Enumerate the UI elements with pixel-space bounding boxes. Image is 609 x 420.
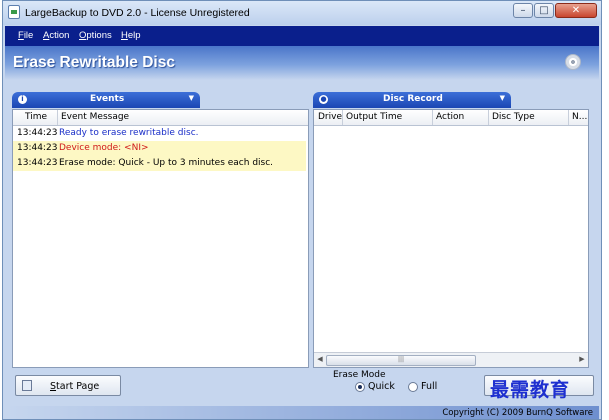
menu-bar: File Action Options Help [5,26,599,46]
events-list-header: Time Event Message [13,110,308,126]
column-header-action[interactable]: Action [436,112,464,122]
menu-action[interactable]: Action [43,30,69,41]
copyright-text: Copyright (C) 2009 BurnQ Software [442,408,593,418]
status-bar: Copyright (C) 2009 BurnQ Software [5,406,599,419]
horizontal-scrollbar[interactable]: ◀ ||| ▶ [314,352,588,367]
column-header-time[interactable]: Time [25,112,47,122]
disc-record-list-header: Drive Output Time Action Disc Type N... [314,110,588,126]
event-message: Ready to erase rewritable disc. [59,128,199,138]
column-header-event-message[interactable]: Event Message [61,112,129,122]
column-header-n[interactable]: N... [572,112,587,122]
chevron-down-icon[interactable]: ▼ [189,94,194,102]
events-list[interactable]: Time Event Message 13:44:23 Ready to era… [12,109,309,368]
scroll-left-icon[interactable]: ◀ [315,355,325,363]
event-message: Erase mode: Quick - Up to 3 minutes each… [59,158,274,168]
scroll-right-icon[interactable]: ▶ [577,355,587,363]
column-divider[interactable] [342,110,343,125]
radio-quick[interactable] [355,382,365,392]
event-time: 13:44:23 [17,128,58,138]
maximize-icon: □ [539,5,549,16]
disc-small-icon: ● [319,95,328,104]
menu-options[interactable]: Options [79,30,112,41]
tab-disc-record[interactable]: ● Disc Record ▼ [313,92,511,108]
page-title: Erase Rewritable Disc [13,54,175,71]
radio-quick-label[interactable]: Quick [368,381,395,392]
chevron-down-icon[interactable]: ▼ [500,94,505,102]
page-arrow-icon [22,380,32,391]
menu-help[interactable]: Help [121,30,141,41]
column-divider[interactable] [568,110,569,125]
table-row[interactable]: 13:44:23 Ready to erase rewritable disc. [13,126,306,141]
table-row[interactable]: 13:44:23 Device mode: <NI> [13,141,306,156]
window-title: LargeBackup to DVD 2.0 - License Unregis… [25,7,250,19]
column-header-disc-type[interactable]: Disc Type [492,112,535,122]
scrollbar-thumb[interactable]: ||| [326,355,476,366]
start-page-label: Start Page [50,381,100,392]
close-icon: ✕ [571,5,581,16]
column-divider[interactable] [432,110,433,125]
column-header-drive[interactable]: Drive [318,112,342,122]
start-page-button[interactable]: Start Page [15,375,121,396]
watermark-logo: 最需教育 [490,379,571,401]
erase-mode-label: Erase Mode [333,370,386,380]
app-window: LargeBackup to DVD 2.0 - License Unregis… [2,0,602,420]
radio-full[interactable] [408,382,418,392]
tab-disc-record-label: Disc Record [383,94,443,104]
disc-icon [565,54,581,70]
radio-full-label[interactable]: Full [421,381,437,392]
info-icon: i [18,95,27,104]
event-time: 13:44:23 [17,143,58,153]
table-row[interactable]: 13:44:23 Erase mode: Quick - Up to 3 min… [13,156,306,171]
tab-events[interactable]: i Events ▼ [12,92,200,108]
event-time: 13:44:23 [17,158,58,168]
column-divider[interactable] [57,110,58,125]
close-button[interactable]: ✕ [555,3,597,18]
minimize-button[interactable]: – [513,3,533,18]
column-header-output-time[interactable]: Output Time [346,112,402,122]
title-bar[interactable]: LargeBackup to DVD 2.0 - License Unregis… [3,1,601,25]
tab-events-label: Events [90,94,125,104]
app-icon [8,5,20,19]
column-divider[interactable] [488,110,489,125]
menu-file[interactable]: File [18,30,33,41]
event-message: Device mode: <NI> [59,143,149,153]
minimize-icon: – [520,5,526,16]
maximize-button[interactable]: □ [534,3,554,18]
page-header: Erase Rewritable Disc [5,46,599,80]
disc-record-list[interactable]: Drive Output Time Action Disc Type N... … [313,109,589,368]
